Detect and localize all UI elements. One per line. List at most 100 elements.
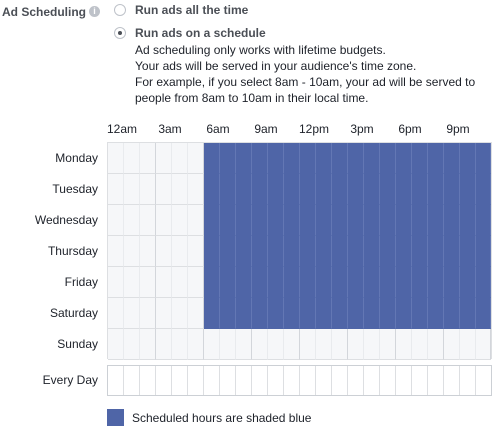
schedule-cell[interactable] bbox=[444, 143, 460, 174]
schedule-cell[interactable] bbox=[300, 298, 316, 329]
schedule-cell[interactable] bbox=[284, 143, 300, 174]
schedule-cell[interactable] bbox=[108, 205, 124, 236]
schedule-cell[interactable] bbox=[396, 298, 412, 329]
schedule-cell[interactable] bbox=[284, 205, 300, 236]
schedule-cell[interactable] bbox=[188, 174, 204, 205]
schedule-cell[interactable] bbox=[412, 298, 428, 329]
schedule-cell[interactable] bbox=[172, 236, 188, 267]
schedule-cell[interactable] bbox=[268, 298, 284, 329]
every-day-cell[interactable] bbox=[220, 366, 236, 395]
schedule-cell[interactable] bbox=[412, 205, 428, 236]
schedule-row[interactable] bbox=[108, 143, 491, 174]
schedule-cell[interactable] bbox=[236, 143, 252, 174]
schedule-cell[interactable] bbox=[236, 329, 252, 360]
schedule-cell[interactable] bbox=[364, 267, 380, 298]
schedule-cell[interactable] bbox=[380, 298, 396, 329]
schedule-cell[interactable] bbox=[252, 267, 268, 298]
schedule-cell[interactable] bbox=[140, 267, 156, 298]
schedule-cell[interactable] bbox=[412, 329, 428, 360]
schedule-cell[interactable] bbox=[188, 143, 204, 174]
schedule-cell[interactable] bbox=[332, 143, 348, 174]
schedule-cell[interactable] bbox=[380, 236, 396, 267]
schedule-cell[interactable] bbox=[204, 143, 220, 174]
schedule-cell[interactable] bbox=[220, 236, 236, 267]
schedule-cell[interactable] bbox=[300, 143, 316, 174]
schedule-cell[interactable] bbox=[204, 329, 220, 360]
schedule-cell[interactable] bbox=[220, 205, 236, 236]
schedule-cell[interactable] bbox=[348, 267, 364, 298]
every-day-cell[interactable] bbox=[316, 366, 332, 395]
schedule-cell[interactable] bbox=[476, 143, 491, 174]
schedule-cell[interactable] bbox=[108, 174, 124, 205]
schedule-cell[interactable] bbox=[284, 298, 300, 329]
schedule-cell[interactable] bbox=[124, 329, 140, 360]
every-day-row[interactable] bbox=[107, 365, 492, 396]
schedule-cell[interactable] bbox=[412, 236, 428, 267]
schedule-cell[interactable] bbox=[188, 329, 204, 360]
schedule-cell[interactable] bbox=[204, 298, 220, 329]
schedule-cell[interactable] bbox=[220, 143, 236, 174]
schedule-cell[interactable] bbox=[140, 298, 156, 329]
schedule-cell[interactable] bbox=[364, 298, 380, 329]
schedule-cell[interactable] bbox=[124, 174, 140, 205]
schedule-cell[interactable] bbox=[332, 236, 348, 267]
schedule-cell[interactable] bbox=[204, 205, 220, 236]
schedule-cell[interactable] bbox=[364, 205, 380, 236]
every-day-cell[interactable] bbox=[460, 366, 476, 395]
every-day-cell[interactable] bbox=[364, 366, 380, 395]
run-on-schedule-radio[interactable] bbox=[114, 27, 126, 39]
schedule-cell[interactable] bbox=[380, 205, 396, 236]
schedule-cell[interactable] bbox=[236, 236, 252, 267]
schedule-cell[interactable] bbox=[428, 143, 444, 174]
schedule-cell[interactable] bbox=[396, 236, 412, 267]
schedule-grid[interactable] bbox=[107, 142, 492, 360]
schedule-cell[interactable] bbox=[476, 174, 491, 205]
schedule-cell[interactable] bbox=[156, 205, 172, 236]
schedule-cell[interactable] bbox=[284, 329, 300, 360]
schedule-cell[interactable] bbox=[316, 267, 332, 298]
every-day-cell[interactable] bbox=[380, 366, 396, 395]
every-day-cell[interactable] bbox=[268, 366, 284, 395]
every-day-cell[interactable] bbox=[284, 366, 300, 395]
schedule-cell[interactable] bbox=[124, 236, 140, 267]
schedule-cell[interactable] bbox=[396, 267, 412, 298]
schedule-cell[interactable] bbox=[316, 205, 332, 236]
schedule-row[interactable] bbox=[108, 205, 491, 236]
schedule-cell[interactable] bbox=[220, 267, 236, 298]
schedule-cell[interactable] bbox=[156, 174, 172, 205]
schedule-cell[interactable] bbox=[156, 143, 172, 174]
schedule-cell[interactable] bbox=[268, 267, 284, 298]
every-day-cell[interactable] bbox=[396, 366, 412, 395]
schedule-cell[interactable] bbox=[252, 143, 268, 174]
schedule-cell[interactable] bbox=[204, 174, 220, 205]
schedule-cell[interactable] bbox=[316, 236, 332, 267]
every-day-cell[interactable] bbox=[476, 366, 491, 395]
schedule-row[interactable] bbox=[108, 236, 491, 267]
every-day-cell[interactable] bbox=[300, 366, 316, 395]
schedule-cell[interactable] bbox=[284, 236, 300, 267]
every-day-cell[interactable] bbox=[140, 366, 156, 395]
run-on-schedule-label[interactable]: Run ads on a schedule bbox=[135, 25, 266, 41]
schedule-cell[interactable] bbox=[348, 205, 364, 236]
schedule-cell[interactable] bbox=[268, 236, 284, 267]
schedule-cell[interactable] bbox=[380, 143, 396, 174]
schedule-cell[interactable] bbox=[428, 329, 444, 360]
schedule-cell[interactable] bbox=[204, 267, 220, 298]
schedule-cell[interactable] bbox=[444, 174, 460, 205]
schedule-cell[interactable] bbox=[172, 298, 188, 329]
schedule-cell[interactable] bbox=[252, 329, 268, 360]
schedule-cell[interactable] bbox=[444, 298, 460, 329]
schedule-cell[interactable] bbox=[236, 174, 252, 205]
schedule-cell[interactable] bbox=[124, 205, 140, 236]
schedule-cell[interactable] bbox=[300, 205, 316, 236]
schedule-cell[interactable] bbox=[444, 267, 460, 298]
schedule-cell[interactable] bbox=[332, 267, 348, 298]
every-day-cell[interactable] bbox=[156, 366, 172, 395]
schedule-cell[interactable] bbox=[140, 236, 156, 267]
schedule-cell[interactable] bbox=[316, 143, 332, 174]
schedule-cell[interactable] bbox=[348, 298, 364, 329]
schedule-cell[interactable] bbox=[444, 329, 460, 360]
schedule-cell[interactable] bbox=[364, 174, 380, 205]
schedule-cell[interactable] bbox=[220, 329, 236, 360]
schedule-cell[interactable] bbox=[412, 267, 428, 298]
